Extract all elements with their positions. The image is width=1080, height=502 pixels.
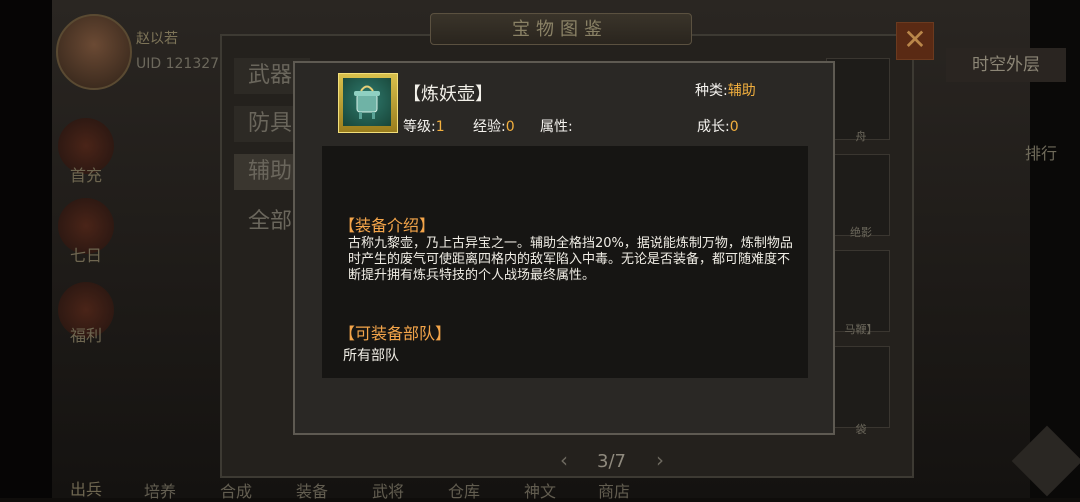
item-level: 等级:1 xyxy=(403,119,445,135)
side-menu-first-recharge[interactable]: 首充 xyxy=(56,162,116,186)
nav-synthesize[interactable]: 合成 xyxy=(220,478,252,502)
rank-label: 排行 xyxy=(1024,144,1057,163)
item-exp-value: 0 xyxy=(505,119,515,135)
page-indicator: 3/7 xyxy=(597,451,626,472)
nav-generals[interactable]: 武将 xyxy=(372,478,404,502)
item-type-value: 辅助 xyxy=(727,83,756,99)
player-avatar[interactable] xyxy=(56,14,132,90)
side-menu-welfare[interactable]: 福利 xyxy=(56,322,116,346)
item-type: 种类:辅助 xyxy=(695,83,756,99)
prev-page-icon[interactable]: ‹ xyxy=(560,448,568,472)
item-attribute: 属性: xyxy=(540,119,573,135)
nav-equipment[interactable]: 装备 xyxy=(296,478,328,502)
item-slot-label: 马鞭】 xyxy=(844,323,878,336)
world-button[interactable]: 时空外层 xyxy=(946,48,1066,82)
item-slot[interactable] xyxy=(826,250,890,332)
left-edge-bar xyxy=(0,0,52,498)
intro-heading: 【装备介绍】 xyxy=(339,216,436,235)
close-button[interactable]: ✕ xyxy=(896,22,934,60)
units-heading: 【可装备部队】 xyxy=(339,324,452,343)
item-growth: 成长:0 xyxy=(697,119,739,135)
nav-shop[interactable]: 商店 xyxy=(598,478,630,502)
side-menu-dispatch[interactable]: 出兵 xyxy=(56,476,116,500)
player-uid: UID 121327 xyxy=(136,56,220,72)
nav-train[interactable]: 培养 xyxy=(144,478,176,502)
item-slot-label: 袋 xyxy=(855,423,867,436)
next-page-icon[interactable]: › xyxy=(656,448,664,472)
nav-rune[interactable]: 神文 xyxy=(524,478,556,502)
item-name: 【炼妖壶】 xyxy=(403,84,493,105)
side-menu-seven-day[interactable]: 七日 xyxy=(56,242,116,266)
intro-text: 古称九黎壶，乃上古异宝之一。辅助全格挡20%，据说能炼制万物，炼制物品时产生的废… xyxy=(348,236,793,283)
rank-button[interactable]: 排行 xyxy=(1012,92,1070,172)
item-exp: 经验:0 xyxy=(473,119,515,135)
item-slot-label: 绝影 xyxy=(850,226,872,239)
item-slot-label: 舟 xyxy=(855,130,867,143)
nav-warehouse[interactable]: 仓库 xyxy=(448,478,480,502)
close-icon: ✕ xyxy=(903,23,927,56)
units-text: 所有部队 xyxy=(343,348,399,364)
item-slot[interactable] xyxy=(826,346,890,428)
item-growth-value: 0 xyxy=(729,119,739,135)
cauldron-icon xyxy=(343,78,391,126)
player-name: 赵以若 xyxy=(136,31,178,47)
atlas-title: 宝物图鉴 xyxy=(512,19,608,40)
item-level-value: 1 xyxy=(435,119,445,135)
